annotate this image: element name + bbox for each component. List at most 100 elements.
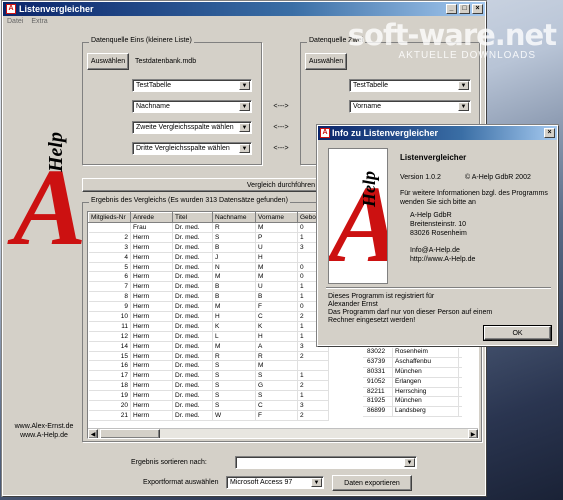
scroll-right-button[interactable]: ▶ — [468, 429, 478, 438]
left-footer-line-1[interactable]: www.Alex-Ernst.de — [11, 423, 77, 430]
city-cell: Erlangen — [393, 377, 459, 387]
table-row[interactable]: 11 Herrn Dr. med. K K 1 — [88, 321, 329, 332]
compare-button[interactable]: Vergleich durchführen — [82, 178, 322, 192]
sort-label: Ergebnis sortieren nach: — [131, 459, 207, 466]
chevron-down-icon[interactable]: ▼ — [239, 123, 250, 132]
overflow-row[interactable]: 86899 Landsberg — [363, 407, 462, 418]
results-overflow-columns: 83022 Rosenheim 63739 Aschaffenbu 80331 Münch… — [363, 348, 462, 418]
column-header[interactable]: Nachname — [212, 212, 256, 223]
table-row[interactable]: 14 Herrn Dr. med. M A 3 — [88, 341, 329, 352]
table-row[interactable]: 19 Herrn Dr. med. S S 1 — [88, 390, 329, 402]
dialog-ok-button[interactable]: OK — [483, 325, 552, 341]
table-cell: Herrn — [130, 271, 173, 283]
table-row[interactable]: 21 Herrn Dr. med. W F 2 — [88, 410, 329, 421]
table-row[interactable]: 17 Herrn Dr. med. S S 1 — [88, 370, 329, 382]
datasource-two-col1-select[interactable]: Vorname ▼ — [349, 100, 471, 113]
overflow-row[interactable]: 91052 Erlangen — [363, 377, 462, 388]
table-cell: B — [255, 291, 298, 303]
table-cell: Dr. med. — [172, 311, 213, 322]
table-row[interactable]: 18 Herrn Dr. med. S G 2 — [88, 380, 329, 392]
menu-datei[interactable]: Datei — [7, 18, 23, 25]
table-cell: 18 — [88, 380, 131, 392]
chevron-down-icon[interactable]: ▼ — [458, 102, 469, 111]
main-titlebar[interactable]: A Listenvergleicher _ □ × — [3, 2, 485, 16]
sort-select[interactable]: ▼ — [235, 456, 417, 469]
table-row[interactable]: 8 Herrn Dr. med. B B 1 — [88, 291, 329, 303]
table-cell: 9 — [88, 301, 131, 313]
table-row[interactable]: 2 Herrn Dr. med. S P 1 — [88, 232, 329, 243]
datasource-one-col3-select[interactable]: Dritte Vergleichsspalte wählen ▼ — [132, 142, 252, 155]
horizontal-scrollbar[interactable]: ◀ ▶ — [88, 428, 478, 438]
column-header[interactable]: Titel — [172, 212, 213, 223]
dialog-titlebar[interactable]: A Info zu Listenvergleicher × — [318, 126, 557, 140]
datasource-one-col1-select[interactable]: Nachname ▼ — [132, 100, 252, 113]
datasource-one-table-value: TestTabelle — [136, 82, 172, 89]
dialog-registered-name: Alexander Ernst — [328, 301, 378, 308]
table-cell: H — [255, 331, 298, 342]
chevron-down-icon[interactable]: ▼ — [239, 81, 250, 90]
overflow-row[interactable]: 81925 München — [363, 397, 462, 408]
table-row[interactable]: 16 Herrn Dr. med. S M — [88, 360, 329, 372]
overflow-row[interactable]: 83022 Rosenheim — [363, 348, 462, 358]
datasource-one-file-field[interactable]: Testdatenbank.mdb — [132, 53, 252, 70]
datasource-one-col1-value: Nachname — [136, 103, 170, 110]
dialog-email[interactable]: Info@A-Help.de — [410, 247, 460, 254]
overflow-row[interactable]: 63739 Aschaffenbu — [363, 357, 462, 368]
export-format-select[interactable]: Microsoft Access 97 ▼ — [226, 476, 324, 489]
watermark: soft-ware.net AKTUELLE DOWNLOADS — [330, 20, 557, 61]
chevron-down-icon[interactable]: ▼ — [239, 102, 250, 111]
table-row[interactable]: 6 Herrn Dr. med. M M 0 — [88, 271, 329, 283]
table-cell: Herrn — [130, 370, 173, 382]
table-cell: C — [255, 400, 298, 411]
datasource-two-table-select[interactable]: TestTabelle ▼ — [349, 79, 471, 92]
dialog-close-button[interactable]: × — [544, 128, 555, 138]
table-row[interactable]: 20 Herrn Dr. med. S C 3 — [88, 400, 329, 411]
dialog-city: 83026 Rosenheim — [410, 230, 467, 237]
datasource-one-col2-select[interactable]: Zweite Vergleichsspalte wählen ▼ — [132, 121, 252, 134]
table-cell: L — [212, 331, 256, 342]
table-cell: M — [212, 301, 256, 313]
table-row[interactable]: 3 Herrn Dr. med. B U 3 — [88, 242, 329, 253]
menu-extra[interactable]: Extra — [31, 18, 47, 25]
table-row[interactable]: 4 Herrn Dr. med. J H — [88, 252, 329, 263]
table-cell: Herrn — [130, 281, 173, 293]
datasource-one-table-select[interactable]: TestTabelle ▼ — [132, 79, 252, 92]
table-cell: Dr. med. — [172, 291, 213, 303]
table-row[interactable]: 12 Herrn Dr. med. L H 1 — [88, 331, 329, 342]
dialog-company: A-Help GdbR — [410, 212, 452, 219]
datasource-one-choose-button[interactable]: Auswählen — [87, 53, 129, 70]
table-row[interactable]: 7 Herrn Dr. med. B U 1 — [88, 281, 329, 293]
chevron-down-icon[interactable]: ▼ — [311, 478, 322, 487]
table-cell: S — [212, 370, 256, 382]
left-footer-line-2[interactable]: www.A-Help.de — [11, 432, 77, 439]
table-cell: 19 — [88, 390, 131, 402]
minimize-button[interactable]: _ — [446, 4, 457, 14]
dialog-logo: A Help — [328, 148, 388, 284]
overflow-row[interactable]: 80331 München — [363, 367, 462, 378]
table-cell: S — [255, 390, 298, 402]
dialog-logo-help: Help — [359, 171, 379, 207]
table-row[interactable]: 15 Herrn Dr. med. R R 2 — [88, 351, 329, 362]
chevron-down-icon[interactable]: ▼ — [404, 458, 415, 467]
export-button[interactable]: Daten exportieren — [332, 475, 412, 491]
column-header[interactable]: Anrede — [130, 212, 173, 223]
table-cell: J — [212, 252, 256, 263]
table-row[interactable]: 10 Herrn Dr. med. H C 2 — [88, 311, 329, 322]
dialog-web[interactable]: http://www.A-Help.de — [410, 256, 475, 263]
table-cell: Herrn — [130, 351, 173, 362]
table-row[interactable]: 5 Herrn Dr. med. N M 0 — [88, 262, 329, 273]
overflow-row[interactable]: 82211 Herrsching — [363, 387, 462, 398]
scroll-thumb[interactable] — [100, 429, 160, 438]
chevron-down-icon[interactable]: ▼ — [239, 144, 250, 153]
scroll-left-button[interactable]: ◀ — [88, 429, 98, 438]
table-cell: Dr. med. — [172, 281, 213, 293]
table-row[interactable]: 9 Herrn Dr. med. M F 0 — [88, 301, 329, 313]
results-label: Ergebnis des Vergleichs (Es wurden 313 D… — [89, 197, 290, 204]
table-row[interactable]: Frau Dr. med. R M 0 — [88, 222, 329, 233]
maximize-button[interactable]: □ — [459, 4, 470, 14]
chevron-down-icon[interactable]: ▼ — [458, 81, 469, 90]
close-button[interactable]: × — [472, 4, 483, 14]
table-cell: Dr. med. — [172, 252, 213, 263]
column-header[interactable]: Vorname — [255, 212, 298, 223]
column-header[interactable]: Mitglieds-Nr — [88, 212, 131, 223]
